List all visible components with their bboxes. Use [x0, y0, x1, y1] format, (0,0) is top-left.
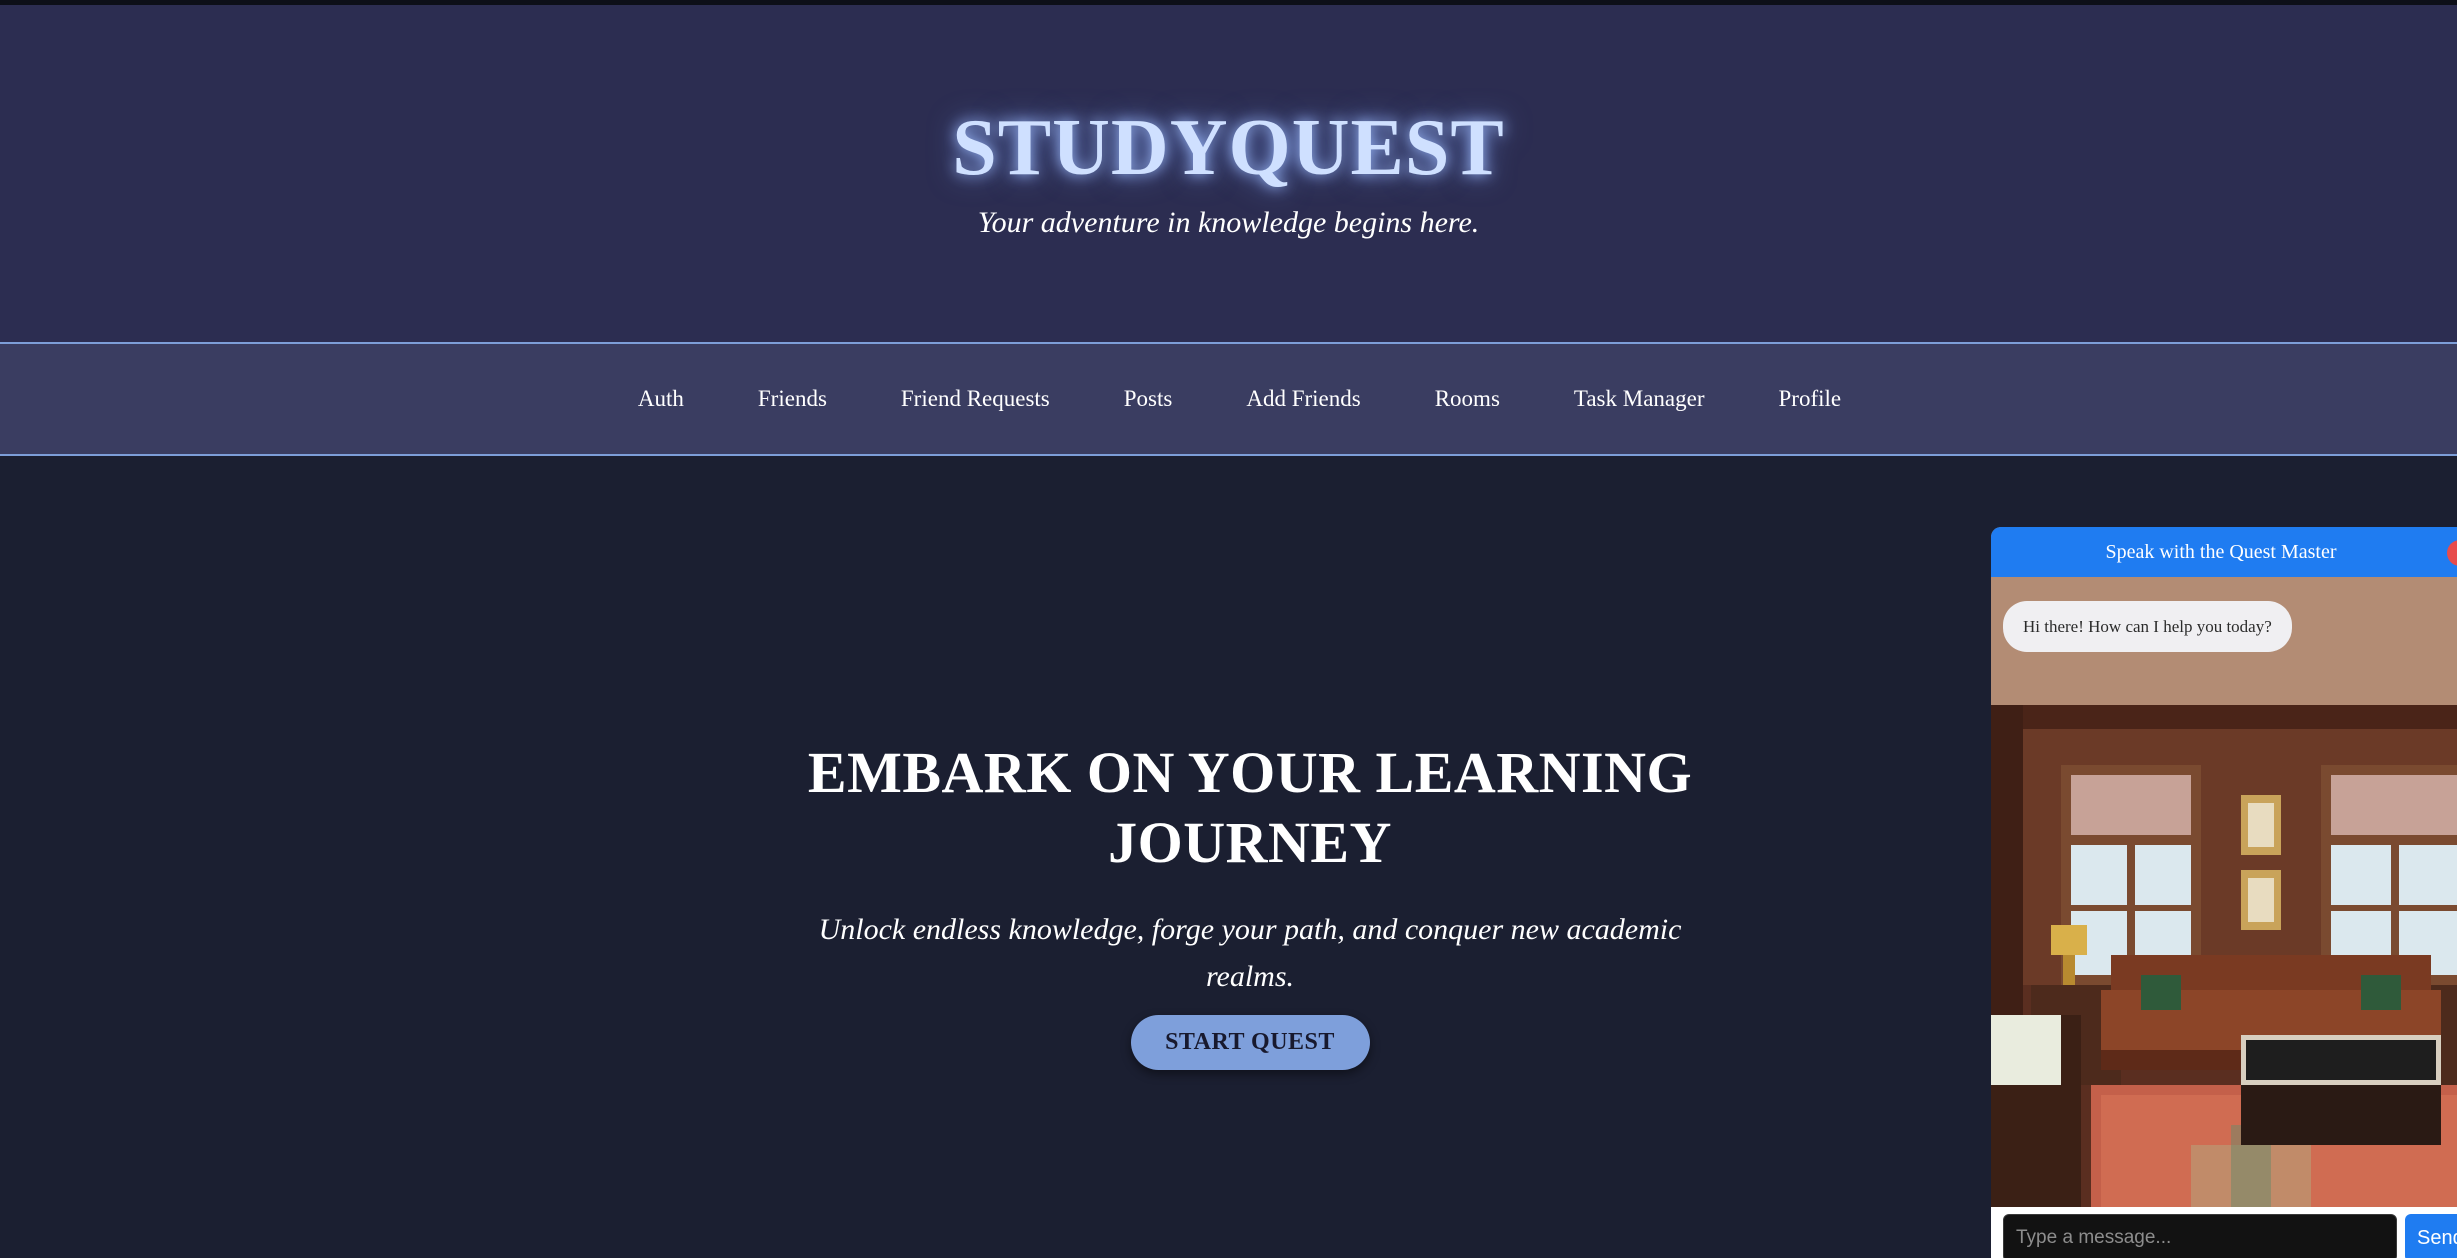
nav-item-task-manager[interactable]: Task Manager [1574, 386, 1705, 412]
nav-item-rooms[interactable]: Rooms [1435, 386, 1500, 412]
send-button[interactable]: Send [2405, 1214, 2457, 1258]
hero-subtitle: Unlock endless knowledge, forge your pat… [818, 913, 1682, 993]
site-header: STUDYQUEST Your adventure in knowledge b… [0, 5, 2457, 342]
nav-item-friend-requests[interactable]: Friend Requests [901, 386, 1050, 412]
chat-message-input[interactable] [2003, 1214, 2397, 1258]
pixel-room-illustration [1991, 705, 2457, 1257]
nav-item-auth[interactable]: Auth [638, 386, 684, 412]
chat-messages: Hi there! How can I help you today? [1991, 577, 2457, 1257]
bot-message: Hi there! How can I help you today? [2003, 601, 2292, 652]
nav-item-posts[interactable]: Posts [1124, 386, 1173, 412]
site-title: STUDYQUEST [952, 104, 1505, 192]
main-navigation: Auth Friends Friend Requests Posts Add F… [0, 342, 2457, 456]
chat-header-title: Speak with the Quest Master [2105, 541, 2337, 563]
nav-item-add-friends[interactable]: Add Friends [1246, 386, 1360, 412]
close-icon[interactable] [2447, 540, 2457, 566]
chat-widget: Speak with the Quest Master Hi there! Ho… [1991, 527, 2457, 1258]
nav-item-profile[interactable]: Profile [1779, 386, 1842, 412]
hero-section: EMBARK ON YOUR LEARNING JOURNEY Unlock e… [780, 738, 1720, 1070]
site-tagline: Your adventure in knowledge begins here. [977, 206, 1480, 239]
start-quest-button[interactable]: START QUEST [1130, 1015, 1370, 1070]
chat-header: Speak with the Quest Master [1991, 527, 2457, 577]
chat-input-row: Send [1991, 1207, 2457, 1258]
hero-title: EMBARK ON YOUR LEARNING JOURNEY [807, 740, 1693, 875]
nav-item-friends[interactable]: Friends [758, 386, 827, 412]
